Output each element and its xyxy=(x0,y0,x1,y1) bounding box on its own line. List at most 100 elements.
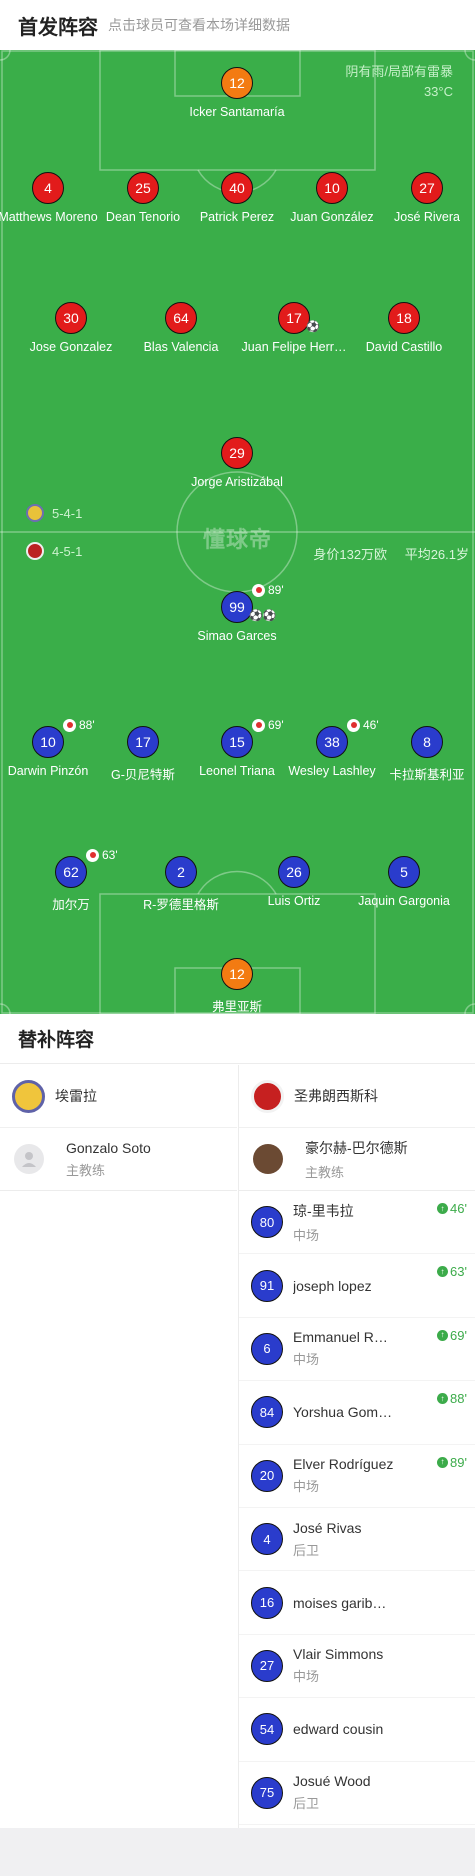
player-name: José Rivera xyxy=(394,210,460,224)
player-name: Juan Felipe Herr… xyxy=(241,340,347,354)
home-player-5[interactable]: 10 Juan González xyxy=(277,172,387,224)
sub-out-icon xyxy=(63,718,76,732)
sub-player-name: Elver Rodríguez xyxy=(293,1456,394,1473)
weather-temperature: 33°C xyxy=(423,84,453,99)
sub-player-row[interactable]: 91 joseph lopez ↑ 63' xyxy=(239,1254,475,1318)
player-name: David Castillo xyxy=(365,340,443,354)
player-number: 17 xyxy=(127,726,159,758)
away-team-stats: 身价132万欧 平均26.1岁 xyxy=(299,544,469,563)
player-number: 38 xyxy=(316,726,348,758)
page-hint: 点击球员可查看本场详细数据 xyxy=(108,17,290,33)
home-player-8[interactable]: 64 Blas Valencia xyxy=(126,302,236,354)
player-name: Jorge Aristizábal xyxy=(191,475,283,489)
home-formation-text: 5-4-1 xyxy=(52,505,83,521)
away-coach[interactable]: 豪尔赫-巴尔德斯 主教练 xyxy=(239,1128,475,1191)
page-header: 首发阵容 点击球员可查看本场详细数据 xyxy=(0,0,475,50)
away-team-logo xyxy=(26,542,44,560)
away-player-4[interactable]: 15 69' Leonel Triana xyxy=(182,718,292,778)
pitch: 懂球帝 阴有雨/局部有雷暴 33°C 5-4-1 4-5-1 身价132万欧 平… xyxy=(0,50,475,1014)
away-team-name: 圣弗朗西斯科 xyxy=(294,1088,378,1104)
sub-player-name: moises garib… xyxy=(293,1594,387,1611)
sub-out-minute: 89' xyxy=(268,583,284,597)
home-player-7[interactable]: 30 Jose Gonzalez xyxy=(16,302,126,354)
page-title: 首发阵容 xyxy=(18,16,98,39)
sub-out-minute: 63' xyxy=(102,848,118,862)
player-number: 4 xyxy=(32,172,64,204)
goal-ball-icon: ⚽⚽ xyxy=(249,610,277,622)
away-player-9[interactable]: 26 Luis Ortiz xyxy=(239,856,349,908)
sub-player-row[interactable]: 6 Emmanuel R… 中场 ↑ 69' xyxy=(239,1318,475,1382)
away-player-7[interactable]: 62 63' 加尔万 xyxy=(16,848,126,913)
player-number: 10 xyxy=(316,172,348,204)
away-team-logo xyxy=(251,1079,284,1113)
home-team-row[interactable]: 埃雷拉 xyxy=(0,1065,237,1128)
player-number: 12 xyxy=(221,958,253,990)
substitutes-title: 替补阵容 xyxy=(0,1014,475,1064)
home-coach[interactable]: Gonzalo Soto 主教练 xyxy=(0,1128,237,1191)
sub-in-arrow-icon: ↑ xyxy=(437,1266,449,1278)
sub-player-name: joseph lopez xyxy=(293,1277,372,1294)
sub-in-minute: 89' xyxy=(450,1454,467,1470)
home-bench: 埃雷拉 Gonzalo Soto 主教练 xyxy=(0,1065,237,1191)
away-team-row[interactable]: 圣弗朗西斯科 xyxy=(239,1065,475,1128)
player-name: Simao Garces xyxy=(197,629,277,643)
sub-in-arrow-icon: ↑ xyxy=(437,1203,449,1214)
home-player-9[interactable]: 17 ⚽ Juan Felipe Herr… xyxy=(239,302,349,354)
home-team-logo xyxy=(26,504,44,522)
sub-out-icon xyxy=(86,848,99,862)
sub-player-row[interactable]: 27 Vlair Simmons 中场 xyxy=(239,1635,475,1699)
sub-player-number: 6 xyxy=(251,1332,283,1365)
player-name: Patrick Perez xyxy=(199,210,275,224)
sub-player-number: 91 xyxy=(251,1269,283,1302)
player-name: Blas Valencia xyxy=(143,340,219,354)
sub-in-indicator: ↑ 46' xyxy=(437,1201,467,1216)
sub-player-row[interactable]: 84 Yorshua Gom… ↑ 88' xyxy=(239,1381,475,1445)
sub-in-indicator: ↑ 63' xyxy=(437,1264,467,1279)
sub-player-position: 中场 xyxy=(293,1479,320,1495)
player-number: 15 xyxy=(221,726,253,758)
away-formation: 4-5-1 xyxy=(26,542,82,560)
away-player-11[interactable]: 12 弗里亚斯 xyxy=(182,958,292,1014)
away-player-10[interactable]: 5 Jaquin Gargonia xyxy=(349,856,459,908)
coach-name: 豪尔赫-巴尔德斯 xyxy=(305,1139,408,1156)
sub-player-row[interactable]: 20 Elver Rodríguez 中场 ↑ 89' xyxy=(239,1445,475,1508)
sub-player-name: 琼-里韦拉 xyxy=(293,1202,354,1219)
sub-in-arrow-icon: ↑ xyxy=(437,1329,449,1341)
sub-in-minute: 88' xyxy=(450,1391,467,1407)
player-number: 30 xyxy=(55,302,87,334)
away-player-8[interactable]: 2 R-罗德里格斯 xyxy=(126,856,236,913)
weather-info: 阴有雨/局部有雷暴 33°C xyxy=(345,62,453,102)
player-name: Juan González xyxy=(290,210,374,224)
player-name: Luis Ortiz xyxy=(267,894,321,908)
sub-player-row[interactable]: 54 edward cousin xyxy=(239,1698,475,1762)
home-team-logo xyxy=(12,1079,45,1113)
player-number: 27 xyxy=(411,172,443,204)
player-number: 10 xyxy=(32,726,64,758)
home-player-4[interactable]: 40 Patrick Perez xyxy=(182,172,292,224)
away-player-1[interactable]: 99 89' ⚽⚽ Simao Garces xyxy=(182,583,292,643)
home-player-6[interactable]: 27 José Rivera xyxy=(372,172,475,224)
home-team-name: 埃雷拉 xyxy=(55,1088,97,1104)
away-player-6[interactable]: 8 卡拉斯基利亚 xyxy=(372,726,475,783)
home-player-11[interactable]: 29 Jorge Aristizábal xyxy=(182,437,292,489)
home-player-1[interactable]: 12 Icker Santamaría xyxy=(182,67,292,119)
sub-player-number: 16 xyxy=(251,1586,283,1619)
coach-role: 主教练 xyxy=(305,1164,345,1180)
sub-player-position: 后卫 xyxy=(293,1796,320,1812)
player-name: 弗里亚斯 xyxy=(211,1000,262,1014)
sub-player-row[interactable]: 16 moises garib… xyxy=(239,1571,475,1635)
player-name: Leonel Triana xyxy=(199,764,275,778)
sub-player-number: 4 xyxy=(251,1523,283,1556)
sub-player-position: 后卫 xyxy=(293,1542,320,1558)
player-number: 64 xyxy=(165,302,197,334)
sub-player-row[interactable]: 4 José Rivas 后卫 xyxy=(239,1508,475,1572)
sub-player-row[interactable]: 80 琼-里韦拉 中场 ↑ 46' xyxy=(239,1191,475,1255)
home-player-10[interactable]: 18 David Castillo xyxy=(349,302,459,354)
sub-out-indicator: 63' xyxy=(86,848,118,862)
sub-player-position: 中场 xyxy=(293,1669,320,1685)
sub-player-row[interactable]: 75 Josué Wood 后卫 xyxy=(239,1762,475,1825)
player-name: R-罗德里格斯 xyxy=(143,898,219,912)
away-player-5[interactable]: 38 46' Wesley Lashley xyxy=(277,718,387,778)
team-avg-age: 平均26.1岁 xyxy=(404,547,469,562)
sub-out-icon xyxy=(252,583,265,597)
